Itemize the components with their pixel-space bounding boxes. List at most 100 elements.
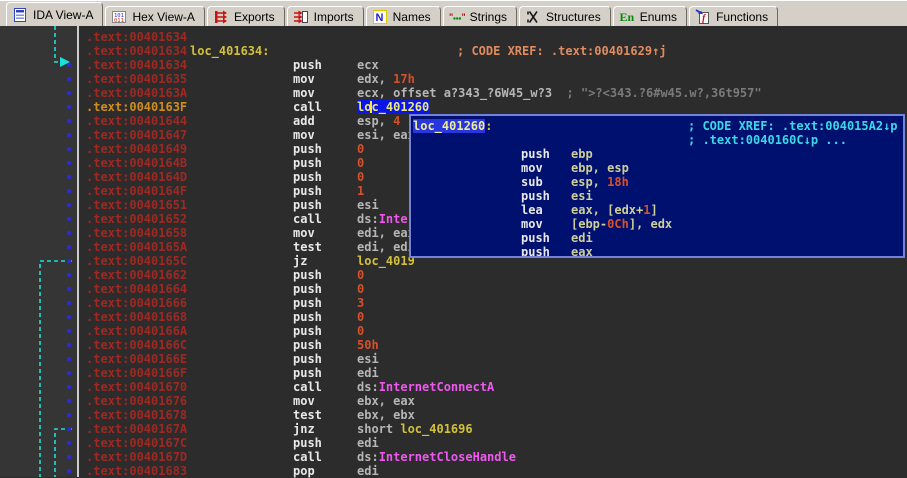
operand: esi: [357, 198, 379, 212]
disasm-row[interactable]: .text:00401678testebx, ebx: [0, 408, 907, 422]
disasm-row[interactable]: .text:00401676movebx, eax: [0, 394, 907, 408]
disasm-row[interactable]: .text:00401635 mov edx, 17h: [0, 72, 907, 86]
operand-group: ds:InternetCloseHandle: [357, 450, 516, 464]
operand: ebx, eax: [357, 394, 415, 408]
operand-group: loc_4019: [357, 254, 415, 268]
number-literal: 3: [357, 296, 364, 310]
disasm-row[interactable]: .text:0040163Amovecx, offset a?343_?6W45…: [0, 86, 907, 100]
disasm-row[interactable]: .text:00401662push0: [0, 268, 907, 282]
disasm-row[interactable]: .text:0040163Fcallloc_401260: [0, 100, 907, 114]
disasm-row[interactable]: .text:00401666push3: [0, 296, 907, 310]
ida-view-icon: [12, 7, 28, 23]
number-literal: 0: [357, 310, 364, 324]
address: .text:00401644: [86, 114, 187, 128]
tab-functions[interactable]: f Functions: [689, 6, 778, 26]
mnemonic: jnz: [293, 422, 315, 436]
operand-group: 0: [357, 156, 364, 170]
tab-enums[interactable]: En Enums: [613, 6, 687, 26]
tab-label: Exports: [234, 10, 275, 24]
tab-label: Enums: [640, 10, 677, 24]
mnemonic: pop: [293, 464, 315, 478]
address: .text:0040167C: [86, 436, 187, 450]
address: .text:00401649: [86, 142, 187, 156]
number-literal: 1: [357, 184, 364, 198]
operand-group: edi: [357, 464, 379, 478]
operand-group: loc_401260:: [413, 119, 492, 133]
exports-icon: [213, 9, 229, 25]
address: .text:00401662: [86, 268, 187, 282]
number-literal: 18h: [607, 175, 629, 189]
text-cursor: [370, 101, 372, 113]
disasm-row[interactable]: .text:00401664push0: [0, 282, 907, 296]
mnemonic: push: [293, 296, 322, 310]
operand: edi: [357, 464, 379, 478]
disasm-row[interactable]: .text:00401634: [0, 30, 907, 44]
label: loc_401634:: [190, 44, 269, 58]
mnemonic: push: [293, 436, 322, 450]
mnemonic: mov: [521, 161, 543, 175]
operand: esi: [571, 189, 593, 203]
address: .text:0040166F: [86, 366, 187, 380]
operand: ds:: [357, 450, 379, 464]
mnemonic: mov: [293, 226, 315, 240]
number-literal: 0: [357, 156, 364, 170]
tab-label: Hex View-A: [132, 10, 194, 24]
tab-label: IDA View-A: [33, 8, 93, 22]
mnemonic: push: [293, 184, 322, 198]
disasm-row[interactable]: .text:0040167Cpushedi: [0, 436, 907, 450]
address: .text:00401668: [86, 310, 187, 324]
operand: ebp: [571, 147, 593, 161]
disasm-row[interactable]: .text:0040166Fpushedi: [0, 366, 907, 380]
disasm-row[interactable]: .text:0040166Cpush50h: [0, 338, 907, 352]
operand-group: 1: [357, 184, 364, 198]
number-literal: 17h: [393, 72, 415, 86]
disasm-row[interactable]: .text:00401634loc_401634:; CODE XREF: .t…: [0, 44, 907, 58]
tab-hex-view-a[interactable]: 101011 Hex View-A: [105, 6, 204, 26]
operand: [ebp-: [571, 217, 607, 231]
disasm-row[interactable]: .text:00401634pushecx: [0, 58, 907, 72]
tab-ida-view-a[interactable]: IDA View-A: [6, 2, 103, 26]
popup-disasm-row: pushedi: [411, 231, 903, 245]
operand-group: ecx, offset a?343_?6W45_w?3 ; ">?<343.?6…: [357, 86, 762, 100]
mnemonic: mov: [293, 72, 315, 86]
number-literal: 0: [357, 170, 364, 184]
tab-exports[interactable]: Exports: [207, 6, 285, 26]
tab-label: Strings: [470, 10, 507, 24]
disasm-row[interactable]: .text:0040167Ajnzshort loc_401696: [0, 422, 907, 436]
disasm-row[interactable]: .text:00401668push0: [0, 310, 907, 324]
address: .text:00401634: [86, 58, 187, 72]
disasm-row[interactable]: .text:00401670callds:InternetConnectA: [0, 380, 907, 394]
mnemonic: push: [293, 268, 322, 282]
mnemonic: sub: [521, 175, 543, 189]
mnemonic: push: [293, 366, 322, 380]
mnemonic: push: [521, 147, 550, 161]
operand-group: ecx: [357, 58, 379, 72]
tab-structures[interactable]: Structures: [519, 6, 611, 26]
svg-text:N: N: [375, 12, 383, 24]
operand-group: edx, 17h: [357, 72, 415, 86]
disasm-row[interactable]: .text:0040166Epushesi: [0, 352, 907, 366]
inline-comment: ; ">?<343.?6#w45.w?,36t957": [552, 86, 762, 100]
address: .text:00401635: [86, 72, 187, 86]
operand: edi, eax: [357, 226, 415, 240]
disasm-row[interactable]: .text:00401683popedi: [0, 464, 907, 478]
operand-group: loc_401260: [357, 100, 429, 114]
mnemonic: lea: [521, 203, 543, 217]
address: .text:00401670: [86, 380, 187, 394]
xref-comment: ; CODE XREF: .text:004015A2↓p: [688, 119, 898, 133]
operand: edx,: [357, 72, 393, 86]
operand: eax: [571, 245, 593, 256]
disasm-row[interactable]: .text:0040167Dcallds:InternetCloseHandle: [0, 450, 907, 464]
address: .text:00401664: [86, 282, 187, 296]
tab-strings[interactable]: "" Strings: [443, 6, 517, 26]
tab-names[interactable]: N Names: [366, 6, 441, 26]
tab-imports[interactable]: Imports: [287, 6, 364, 26]
address: .text:0040166A: [86, 324, 187, 338]
disasm-row[interactable]: .text:0040166Apush0: [0, 324, 907, 338]
popup-disasm-row: movebp, esp: [411, 161, 903, 175]
import-name: InternetCloseHandle: [379, 450, 516, 464]
strings-icon: "": [449, 9, 465, 25]
operand-group: ds:InternetConnectA: [357, 380, 494, 394]
operand: short: [357, 422, 400, 436]
operand: ecx, offset a?343_?6W45_w?3: [357, 86, 552, 100]
